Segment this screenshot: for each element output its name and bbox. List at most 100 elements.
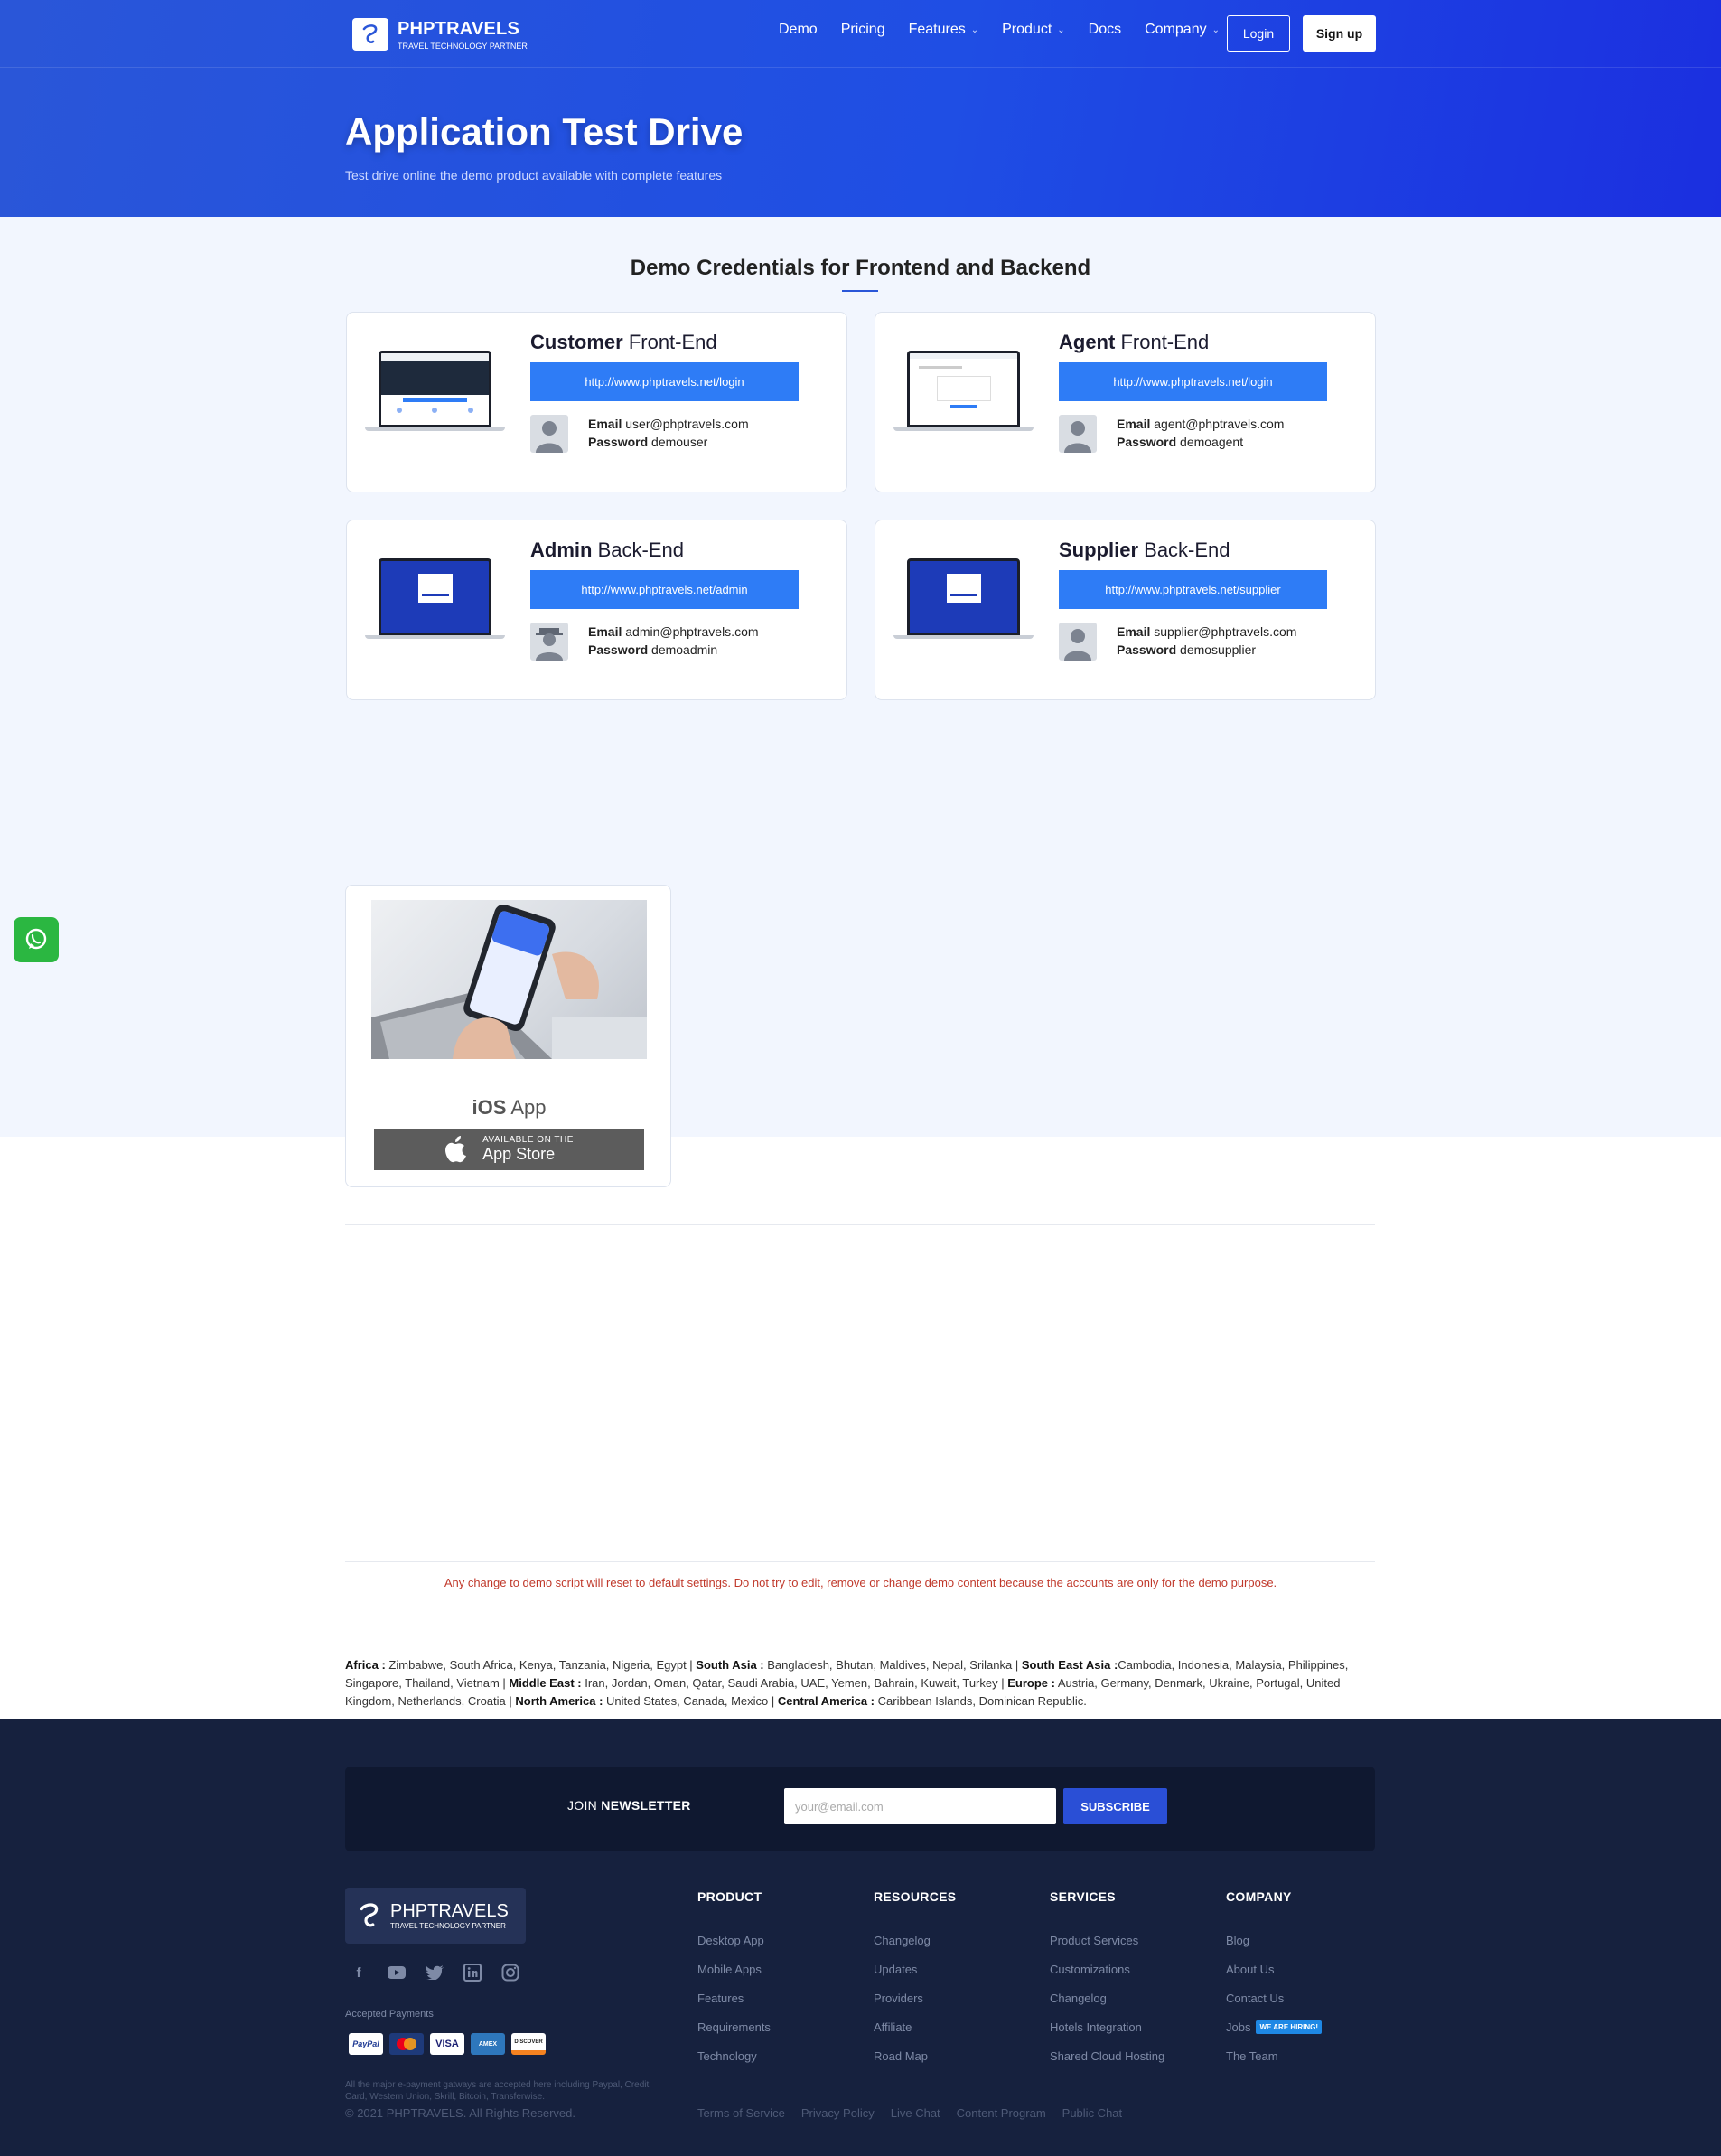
footer-link[interactable]: Changelog <box>874 1926 956 1954</box>
footer-link-jobs[interactable]: Jobs WE ARE HIRING! <box>1226 2012 1323 2041</box>
footer-link[interactable]: Shared Cloud Hosting <box>1050 2041 1164 2070</box>
password-value[interactable]: demouser <box>651 435 707 449</box>
main-nav: Demo Pricing Features ⌄ Product ⌄ Docs Com… <box>779 22 1243 38</box>
brand-logo[interactable]: PHPTRAVELS TRAVEL TECHNOLOGY PARTNER <box>352 18 528 51</box>
brand-tagline: TRAVEL TECHNOLOGY PARTNER <box>398 41 528 51</box>
nav-pricing[interactable]: Pricing <box>841 22 885 38</box>
youtube-icon[interactable] <box>387 1963 407 1983</box>
demo-url-button[interactable]: http://www.phptravels.net/supplier <box>1059 570 1327 609</box>
nav-features-label: Features <box>908 22 966 37</box>
region-name: Middle East : <box>509 1676 582 1690</box>
footer-link[interactable]: Changelog <box>1050 1983 1164 2012</box>
legal-link[interactable]: Content Program <box>957 2106 1046 2120</box>
frontend-screenshot-thumbnail <box>893 351 1034 436</box>
card-role: Supplier <box>1059 539 1139 561</box>
hiring-badge: WE ARE HIRING! <box>1256 2020 1323 2034</box>
footer-link[interactable]: Mobile Apps <box>697 1954 771 1983</box>
divider <box>345 1561 1375 1562</box>
footer-link[interactable]: Hotels Integration <box>1050 2012 1164 2041</box>
signup-button[interactable]: Sign up <box>1303 15 1376 52</box>
footer-link[interactable]: About Us <box>1226 1954 1322 1983</box>
footer-link[interactable]: Providers <box>874 1983 956 2012</box>
footer-link[interactable]: Updates <box>874 1954 956 1983</box>
subscribe-button[interactable]: SUBSCRIBE <box>1063 1788 1167 1824</box>
footer-link[interactable]: Product Services <box>1050 1926 1164 1954</box>
password-value[interactable]: demosupplier <box>1180 642 1256 657</box>
nav-product[interactable]: Product ⌄ <box>1002 22 1065 38</box>
linkedin-icon[interactable] <box>463 1963 482 1983</box>
footer-link[interactable]: Affiliate <box>874 2012 956 2041</box>
card-side: Front-End <box>1120 331 1210 353</box>
footer-link[interactable]: Road Map <box>874 2041 956 2070</box>
card-title: Supplier Back-End <box>1059 539 1230 562</box>
legal-link[interactable]: Live Chat <box>891 2106 940 2120</box>
footer-link[interactable]: Blog <box>1226 1926 1322 1954</box>
whatsapp-chat-button[interactable] <box>14 917 59 962</box>
footer-col-heading: PRODUCT <box>697 1889 762 1904</box>
nav-pricing-label: Pricing <box>840 22 885 37</box>
nav-docs[interactable]: Docs <box>1089 22 1121 38</box>
footer-col-heading: RESOURCES <box>874 1889 957 1904</box>
card-side: Front-End <box>628 331 717 353</box>
nav-features[interactable]: Features ⌄ <box>909 22 979 38</box>
footer-link[interactable]: Requirements <box>697 2012 771 2041</box>
footer-link[interactable]: Contact Us <box>1226 1983 1322 2012</box>
email-label: Email <box>588 624 622 639</box>
password-value[interactable]: demoagent <box>1180 435 1243 449</box>
chevron-down-icon: ⌄ <box>1057 24 1065 35</box>
legal-link[interactable]: Public Chat <box>1062 2106 1122 2120</box>
footer-link[interactable]: Desktop App <box>697 1926 771 1954</box>
demo-url-button[interactable]: http://www.phptravels.net/admin <box>530 570 799 609</box>
demo-card-agent: Agent Front-End http://www.phptravels.ne… <box>875 312 1376 492</box>
password-value[interactable]: demoadmin <box>651 642 717 657</box>
newsletter-label: JOIN NEWSLETTER <box>567 1798 691 1813</box>
newsletter-email-input[interactable] <box>784 1788 1056 1824</box>
footer-brand-tagline: TRAVEL TECHNOLOGY PARTNER <box>390 1922 506 1930</box>
accepted-payments-label: Accepted Payments <box>345 2009 434 2020</box>
footer-link[interactable]: Customizations <box>1050 1954 1164 1983</box>
email-value[interactable]: user@phptravels.com <box>625 417 748 431</box>
footer-link[interactable]: Features <box>697 1983 771 2012</box>
legal-link[interactable]: Privacy Policy <box>801 2106 875 2120</box>
demo-url-button[interactable]: http://www.phptravels.net/login <box>1059 362 1327 401</box>
discover-icon: DISCOVER <box>511 2033 546 2055</box>
nav-demo[interactable]: Demo <box>779 22 818 38</box>
footer-brand-name: PHPTRAVELS <box>390 1901 509 1921</box>
logo-mark-icon <box>352 18 388 51</box>
footer-link[interactable]: Technology <box>697 2041 771 2070</box>
newsletter-label-light: JOIN <box>567 1798 602 1813</box>
apple-icon <box>445 1136 467 1163</box>
app-title: iOS App <box>346 1096 672 1120</box>
footer-link[interactable]: The Team <box>1226 2041 1322 2070</box>
nav-company-label: Company <box>1145 22 1207 37</box>
top-navbar: PHPTRAVELS TRAVEL TECHNOLOGY PARTNER Dem… <box>0 0 1721 68</box>
email-value[interactable]: admin@phptravels.com <box>625 624 758 639</box>
user-avatar-icon <box>1059 415 1097 453</box>
backend-screenshot-thumbnail <box>893 558 1034 644</box>
card-role: Admin <box>530 539 593 561</box>
app-title-rest: App <box>510 1096 547 1119</box>
twitter-icon[interactable] <box>425 1963 444 1983</box>
login-button[interactable]: Login <box>1227 15 1290 52</box>
demo-url-button[interactable]: http://www.phptravels.net/login <box>530 362 799 401</box>
email-value[interactable]: agent@phptravels.com <box>1154 417 1284 431</box>
password-label: Password <box>588 435 649 449</box>
demo-card-supplier: Supplier Back-End http://www.phptravels.… <box>875 520 1376 700</box>
region-countries: Caribbean Islands, Dominican Republic. <box>875 1694 1087 1708</box>
email-value[interactable]: supplier@phptravels.com <box>1154 624 1296 639</box>
newsletter-label-bold: NEWSLETTER <box>601 1798 691 1813</box>
credentials: Email agent@phptravels.com Password demo… <box>1117 415 1284 451</box>
card-title: Admin Back-End <box>530 539 684 562</box>
app-store-button[interactable]: AVAILABLE ON THE App Store <box>374 1129 644 1170</box>
nav-company[interactable]: Company ⌄ <box>1145 22 1220 38</box>
facebook-icon[interactable]: f <box>349 1963 369 1983</box>
password-label: Password <box>1117 435 1177 449</box>
admin-avatar-icon <box>530 623 568 661</box>
demo-card-customer: Customer Front-End http://www.phptravels… <box>346 312 847 492</box>
hero-banner: PHPTRAVELS TRAVEL TECHNOLOGY PARTNER Dem… <box>0 0 1721 217</box>
legal-link[interactable]: Terms of Service <box>697 2106 785 2120</box>
footer-brand-logo[interactable]: PHPTRAVELS TRAVEL TECHNOLOGY PARTNER <box>345 1888 526 1944</box>
backend-screenshot-thumbnail <box>365 558 505 644</box>
instagram-icon[interactable] <box>500 1963 520 1983</box>
footer-col-product: PRODUCT Desktop App Mobile Apps Features… <box>697 1889 771 2070</box>
